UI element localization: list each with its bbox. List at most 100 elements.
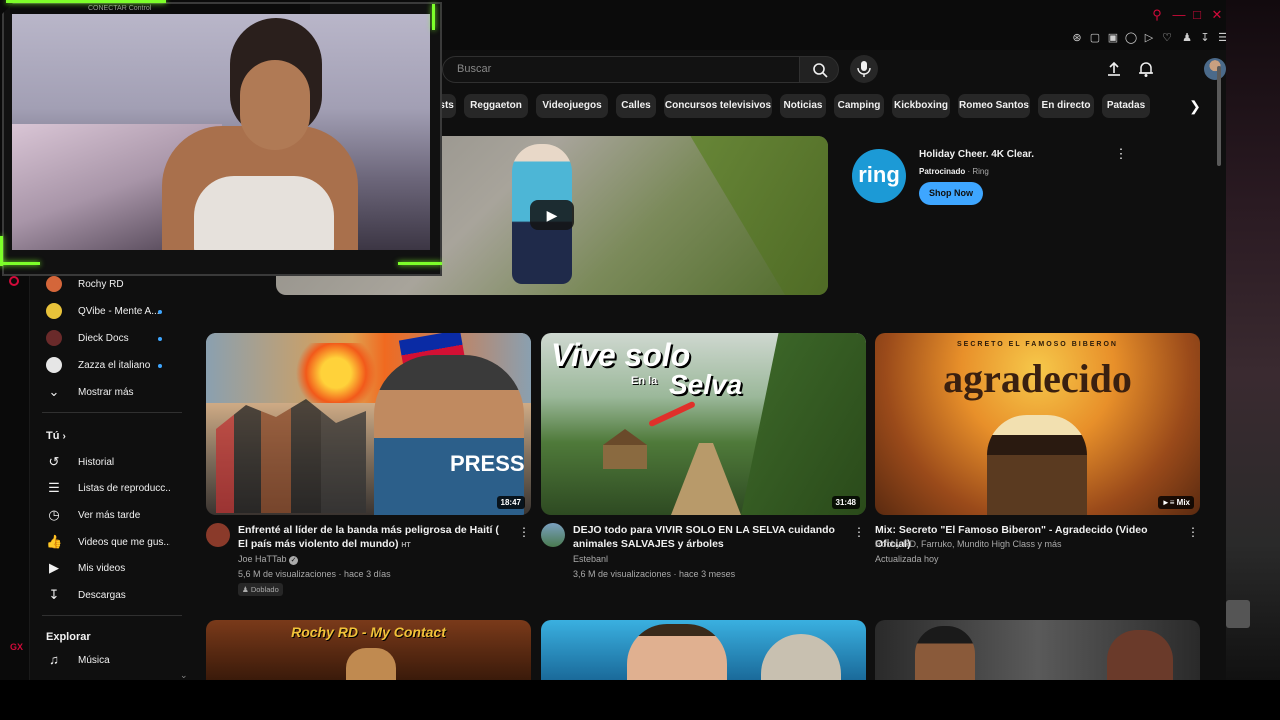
sidebar-item-my-videos[interactable]: ▶ Mis videos bbox=[30, 556, 184, 582]
chip-concursos-televisivos[interactable]: Concursos televisivos bbox=[664, 94, 772, 118]
sidebar-item-watch-later[interactable]: ◷ Ver más tarde bbox=[30, 503, 184, 529]
video-thumbnail[interactable]: Vive solo En la Selva 31:48 bbox=[541, 333, 866, 515]
person-icon: ♟ bbox=[242, 585, 249, 594]
desktop-app-icon[interactable] bbox=[1226, 600, 1250, 628]
sidebar-item-label: Zazza el italiano bbox=[78, 360, 151, 371]
thumb-jungle bbox=[741, 333, 866, 515]
pin-icon[interactable]: ⊛ bbox=[1070, 31, 1084, 45]
chip-romeo-santos[interactable]: Romeo Santos bbox=[958, 94, 1030, 118]
sidebar-item-subscription[interactable]: QVibe - Mente A... bbox=[30, 299, 184, 325]
sidebar-item-label: Descargas bbox=[78, 590, 126, 601]
channel-avatar[interactable] bbox=[206, 523, 230, 547]
chip-patadas[interactable]: Patadas bbox=[1102, 94, 1150, 118]
search-input[interactable]: Buscar bbox=[442, 56, 799, 83]
category-chips: dcastsReggaetonVideojuegosCallesConcurso… bbox=[420, 94, 1220, 118]
chip-kickboxing[interactable]: Kickboxing bbox=[892, 94, 950, 118]
video-title[interactable]: Enfrenté al líder de la banda más peligr… bbox=[238, 523, 508, 553]
video-duration: 18:47 bbox=[496, 496, 525, 509]
webcam-video bbox=[12, 14, 430, 250]
sidebar-item-subscription[interactable]: Dieck Docs bbox=[30, 326, 184, 352]
more-vert-icon[interactable]: ⋮ bbox=[1187, 525, 1199, 539]
page-scrollbar[interactable] bbox=[1217, 56, 1223, 680]
gx-icon[interactable]: GX bbox=[10, 642, 23, 652]
sidebar-item-music[interactable]: ♫ Música bbox=[30, 648, 184, 674]
sidebar-item-downloads[interactable]: ↧ Descargas bbox=[30, 583, 184, 609]
sidebar-item-show-more[interactable]: ⌄ Mostrar más bbox=[30, 380, 184, 406]
webcam-accent bbox=[398, 262, 442, 265]
video-thumbnail[interactable]: PRESS 18:47 bbox=[206, 333, 531, 515]
download-icon[interactable]: ↧ bbox=[1198, 31, 1212, 45]
video-thumbnail[interactable] bbox=[875, 620, 1200, 680]
close-icon[interactable]: ✕ bbox=[1210, 8, 1224, 22]
maximize-icon[interactable]: □ bbox=[1190, 8, 1204, 22]
screenshot-icon[interactable]: ▢ bbox=[1088, 31, 1102, 45]
ad-advertiser-logo[interactable]: ring bbox=[852, 149, 906, 203]
minimize-icon[interactable]: — bbox=[1172, 8, 1186, 22]
more-vert-icon[interactable]: ⋮ bbox=[518, 525, 530, 539]
channel-name[interactable]: Estebanl bbox=[573, 554, 608, 564]
player-icon[interactable]: ▷ bbox=[1142, 31, 1156, 45]
sidebar-section-explore: Explorar bbox=[46, 631, 91, 643]
shop-now-button[interactable]: Shop Now bbox=[919, 182, 983, 205]
more-vert-icon[interactable]: ⋮ bbox=[853, 525, 865, 539]
channel-avatar bbox=[46, 276, 62, 292]
ad-title[interactable]: Holiday Cheer. 4K Clear. bbox=[919, 149, 1034, 160]
notifications-bell-icon[interactable] bbox=[1136, 59, 1156, 79]
channel-avatar[interactable] bbox=[541, 523, 565, 547]
thumb-fire bbox=[296, 343, 376, 403]
thumb-reporter bbox=[374, 355, 524, 515]
sidebar-item-subscription[interactable]: Zazza el italiano bbox=[30, 353, 184, 379]
sidebar-section-you[interactable]: Tú › bbox=[46, 430, 66, 442]
upload-icon[interactable] bbox=[1104, 59, 1124, 79]
download-icon: ↧ bbox=[48, 587, 60, 602]
webcam-person-top bbox=[194, 176, 334, 250]
ad-thumb-grass bbox=[690, 136, 828, 295]
search-button[interactable] bbox=[799, 56, 839, 83]
sidebar-item-history[interactable]: ↺ Historial bbox=[30, 450, 184, 476]
sidebar-item-label: Música bbox=[78, 655, 110, 666]
video-card[interactable]: PRESS 18:47 Enfrenté al líder de la band… bbox=[206, 333, 531, 603]
chevron-right-icon[interactable]: ❯ bbox=[1183, 94, 1207, 118]
video-title[interactable]: DEJO todo para VIVIR SOLO EN LA SELVA cu… bbox=[573, 523, 843, 551]
webcam-overlay: CONECTAR Control bbox=[0, 0, 444, 278]
chip-camping[interactable]: Camping bbox=[834, 94, 884, 118]
new-content-dot bbox=[158, 364, 162, 368]
thumb-title-text: agradecido bbox=[943, 356, 1132, 401]
shield-icon[interactable]: ◯ bbox=[1124, 31, 1138, 45]
sidebar-item-playlists[interactable]: ☰ Listas de reproducc... bbox=[30, 476, 184, 502]
browser-tab-title[interactable]: CONECTAR Control bbox=[88, 5, 151, 12]
account-icon[interactable]: ♟ bbox=[1180, 31, 1194, 45]
play-icon[interactable]: ▶ bbox=[530, 200, 574, 230]
more-vert-icon[interactable]: ⋮ bbox=[1114, 147, 1128, 161]
scrollbar-thumb[interactable] bbox=[1217, 66, 1221, 166]
video-card[interactable]: Vive solo En la Selva 31:48 DEJO todo pa… bbox=[541, 333, 866, 603]
mix-card[interactable]: SECRETO EL FAMOSO BIBERON agradecido ►≡ … bbox=[875, 333, 1200, 603]
mix-badge: ►≡ Mix bbox=[1157, 496, 1194, 509]
video-thumbnail[interactable] bbox=[541, 620, 866, 680]
thumb-object bbox=[761, 634, 841, 680]
chip-reggaeton[interactable]: Reggaeton bbox=[464, 94, 528, 118]
video-thumbnail[interactable]: SECRETO EL FAMOSO BIBERON agradecido ►≡ … bbox=[875, 333, 1200, 515]
history-icon: ↺ bbox=[48, 454, 60, 469]
heart-icon[interactable]: ♡ bbox=[1160, 31, 1174, 45]
chip-videojuegos[interactable]: Videojuegos bbox=[536, 94, 608, 118]
channel-name[interactable]: Rochy RD, Farruko, Mundito High Class y … bbox=[875, 539, 1062, 549]
thumb-text-press: PRESS bbox=[450, 451, 525, 476]
ad-advertiser-name: Ring bbox=[972, 167, 989, 176]
wallet-icon[interactable]: ▣ bbox=[1106, 31, 1120, 45]
chip-en-directo[interactable]: En directo bbox=[1038, 94, 1094, 118]
channel-avatar bbox=[46, 330, 62, 346]
chip-calles[interactable]: Calles bbox=[616, 94, 656, 118]
search-icon[interactable]: ⚲ bbox=[1150, 8, 1164, 22]
sidebar-item-liked-videos[interactable]: 👍 Videos que me gus... bbox=[30, 530, 184, 556]
thumb-artist bbox=[987, 415, 1087, 515]
voice-search-button[interactable] bbox=[850, 55, 878, 83]
sidebar-item-label: Mis videos bbox=[78, 563, 126, 574]
channel-name[interactable]: Joe HaTTab ✓ bbox=[238, 554, 299, 565]
video-stats: Actualizada hoy bbox=[875, 554, 939, 564]
chip-noticias[interactable]: Noticias bbox=[780, 94, 826, 118]
sidebar-item-label: Historial bbox=[78, 457, 115, 468]
webcam-accent bbox=[0, 262, 40, 265]
thumb-title-text: Rochy RD - My Contact bbox=[291, 624, 446, 640]
video-thumbnail[interactable]: Rochy RD - My Contact bbox=[206, 620, 531, 680]
